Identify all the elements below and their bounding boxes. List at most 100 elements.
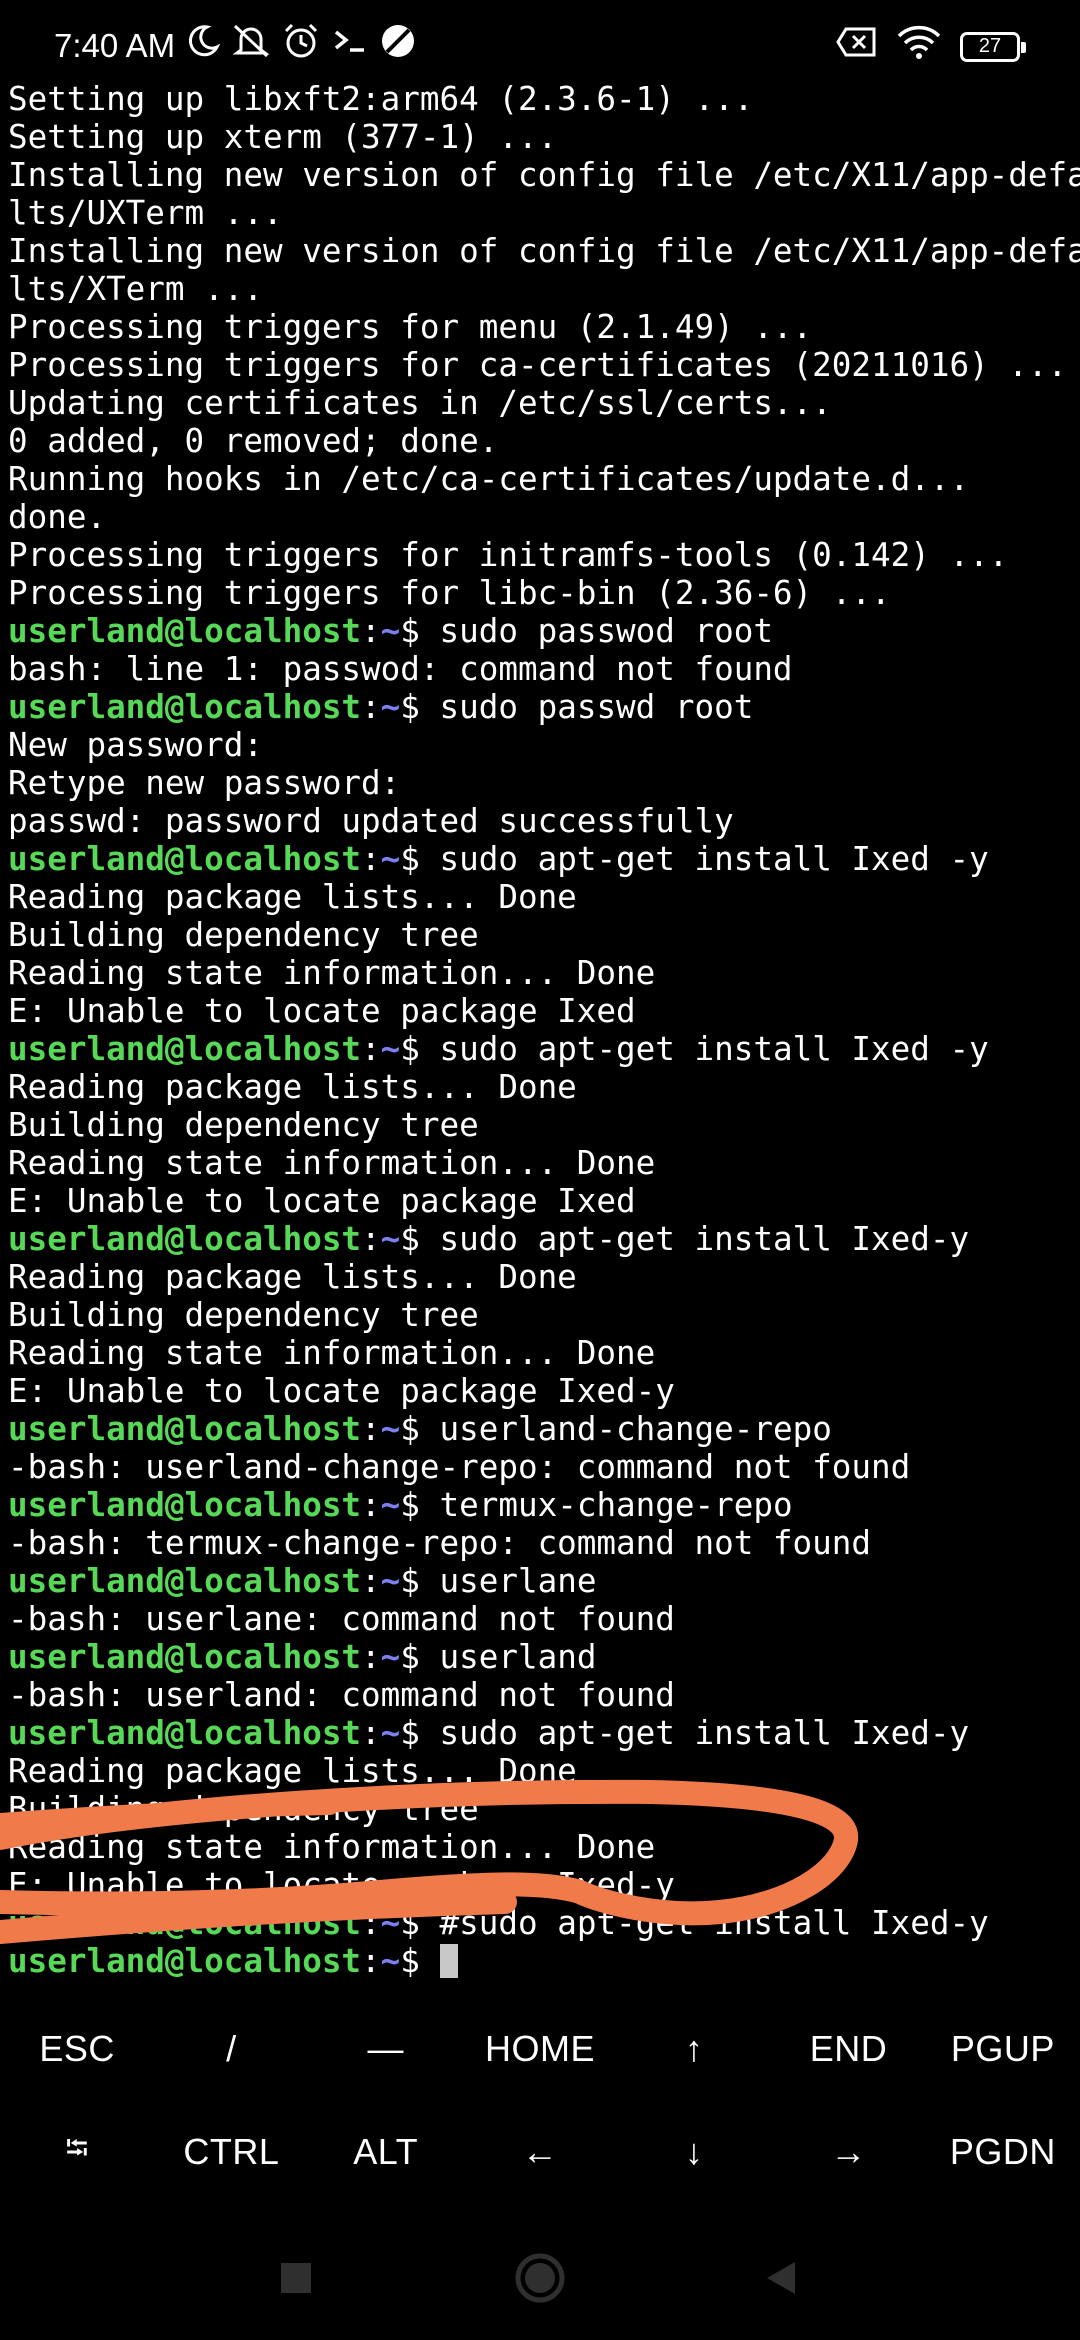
key-tab[interactable]: ⭾	[0, 2100, 154, 2203]
prompt-command: userland-change-repo	[439, 1410, 832, 1448]
terminal-output-line: -bash: userland-change-repo: command not…	[8, 1448, 911, 1486]
prompt-colon: :	[361, 612, 381, 650]
terminal-output-line: Installing new version of config file /e…	[8, 156, 1080, 194]
key-down[interactable]: ↓	[617, 2100, 771, 2203]
key-pgup[interactable]: PGUP	[926, 1997, 1080, 2100]
terminal-output-line: Processing triggers for ca-certificates …	[8, 346, 1068, 384]
terminal-output-line: Reading package lists... Done	[8, 878, 577, 916]
prompt-user: userland@localhost	[8, 1220, 362, 1258]
terminal-output-line: -bash: userland: command not found	[8, 1676, 675, 1714]
prompt-path: ~	[380, 688, 401, 726]
prompt-sign: $	[400, 612, 440, 650]
prompt-command: #sudo apt-get install Ixed-y	[439, 1904, 989, 1942]
prompt-user: userland@localhost	[8, 840, 362, 878]
prompt-command: sudo apt-get install Ixed-y	[439, 1714, 970, 1752]
prompt-colon: :	[361, 840, 381, 878]
prompt-colon: :	[361, 1714, 381, 1752]
silent-icon	[231, 22, 271, 69]
terminal-output-line: passwd: password updated successfully	[8, 802, 734, 840]
prompt-colon: :	[361, 1904, 381, 1942]
prompt-command: sudo apt-get install Ixed -y	[439, 1030, 989, 1068]
terminal-prompt-line: userland@localhost:~$ userlane	[8, 1562, 1078, 1600]
prompt-path: ~	[380, 1638, 401, 1676]
terminal-prompt-line: userland@localhost:~$ sudo apt-get insta…	[8, 1220, 1078, 1258]
terminal-prompt-line: userland@localhost:~$ sudo passwod root	[8, 612, 1078, 650]
prompt-user: userland@localhost	[8, 1410, 362, 1448]
terminal-output-line: done.	[8, 498, 107, 536]
terminal-output-line: E: Unable to locate package Ixed	[8, 992, 636, 1030]
terminal-prompt-line: userland@localhost:~$ sudo passwd root	[8, 688, 1078, 726]
key-home[interactable]: HOME	[463, 1997, 617, 2100]
prompt-command: userland	[439, 1638, 597, 1676]
prompt-user: userland@localhost	[8, 1030, 362, 1068]
terminal-prompt-line: userland@localhost:~$ userland-change-re…	[8, 1410, 1078, 1448]
prompt-user: userland@localhost	[8, 1942, 362, 1980]
prompt-path: ~	[380, 1220, 401, 1258]
terminal-prompt-line: userland@localhost:~$ termux-change-repo	[8, 1486, 1078, 1524]
prompt-sign: $	[400, 1904, 440, 1942]
prompt-colon: :	[361, 1562, 381, 1600]
alarm-icon	[281, 22, 321, 69]
key-end[interactable]: END	[771, 1997, 925, 2100]
key-pgdn[interactable]: PGDN	[926, 2100, 1080, 2203]
back-triangle-icon[interactable]	[763, 2260, 797, 2300]
prompt-sign: $	[400, 1638, 440, 1676]
recents-square-icon[interactable]	[279, 2261, 313, 2299]
prompt-sign: $	[400, 840, 440, 878]
status-left: 7:40 AM	[54, 22, 417, 69]
prompt-colon: :	[361, 1486, 381, 1524]
prompt-colon: :	[361, 1942, 381, 1980]
terminal-output-line: New password:	[8, 726, 263, 764]
wifi-icon	[896, 24, 942, 69]
key-up[interactable]: ↑	[617, 1997, 771, 2100]
terminal-cursor	[439, 1944, 458, 1978]
moon-icon	[185, 23, 221, 68]
prompt-sign: $	[400, 1562, 440, 1600]
key-ctrl[interactable]: CTRL	[154, 2100, 308, 2203]
key-esc[interactable]: ESC	[0, 1997, 154, 2100]
terminal-prompt-line: userland@localhost:~$ sudo apt-get insta…	[8, 840, 1078, 878]
terminal-output-line: Reading package lists... Done	[8, 1752, 577, 1790]
extra-keys-row-2: ⭾ CTRL ALT ← ↓ → PGDN	[0, 2100, 1080, 2203]
prompt-user: userland@localhost	[8, 1638, 362, 1676]
key-alt[interactable]: ALT	[309, 2100, 463, 2203]
battery-level: 27	[978, 35, 1002, 57]
terminal-output-line: Retype new password:	[8, 764, 401, 802]
terminal-output-line: Setting up xterm (377-1) ...	[8, 118, 558, 156]
prompt-sign: $	[400, 1220, 440, 1258]
prompt-user: userland@localhost	[8, 688, 362, 726]
terminal-output-line: E: Unable to locate package Ixed	[8, 1182, 636, 1220]
prompt-sign: $	[400, 1714, 440, 1752]
navigation-bar	[0, 2220, 1080, 2340]
prompt-colon: :	[361, 1220, 381, 1258]
terminal-prompt-line: userland@localhost:~$ sudo apt-get insta…	[8, 1714, 1078, 1752]
terminal-output-line: bash: line 1: passwod: command not found	[8, 650, 793, 688]
extra-keys-bar: ESC / — HOME ↑ END PGUP ⭾ CTRL ALT ← ↓ → PGDN	[0, 1997, 1080, 2207]
terminal-prompt-line: userland@localhost:~$ userland	[8, 1638, 1078, 1676]
prompt-command: userlane	[439, 1562, 597, 1600]
terminal-output-line: Reading state information... Done	[8, 1144, 656, 1182]
terminal-output-line: Setting up libxft2:arm64 (2.3.6-1) ...	[8, 80, 754, 118]
terminal-output-line: Processing triggers for menu (2.1.49) ..…	[8, 308, 813, 346]
key-slash[interactable]: /	[154, 1997, 308, 2100]
prompt-path: ~	[380, 612, 401, 650]
prompt-command: sudo apt-get install Ixed -y	[439, 840, 989, 878]
prompt-path: ~	[380, 1904, 401, 1942]
key-dash[interactable]: —	[309, 1997, 463, 2100]
terminal-output-line: Building dependency tree	[8, 1106, 479, 1144]
terminal-output-line: 0 added, 0 removed; done.	[8, 422, 499, 460]
terminal-output-line: Reading state information... Done	[8, 954, 656, 992]
home-circle-icon[interactable]	[514, 2252, 566, 2308]
terminal-prompt-line: userland@localhost:~$	[8, 1942, 1078, 1980]
terminal-prompt-line: userland@localhost:~$ sudo apt-get insta…	[8, 1030, 1078, 1068]
key-right[interactable]: →	[771, 2100, 925, 2203]
terminal-output-line: Reading state information... Done	[8, 1828, 656, 1866]
prompt-user: userland@localhost	[8, 1486, 362, 1524]
terminal-output[interactable]: Setting up libxft2:arm64 (2.3.6-1) ... Se…	[8, 80, 1080, 1980]
terminal-output-line: E: Unable to locate package Ixed-y	[8, 1866, 675, 1904]
prompt-path: ~	[380, 1562, 401, 1600]
prompt-command: sudo passwd root	[439, 688, 754, 726]
key-left[interactable]: ←	[463, 2100, 617, 2203]
prompt-sign: $	[400, 688, 440, 726]
terminal-output-line: Reading package lists... Done	[8, 1068, 577, 1106]
